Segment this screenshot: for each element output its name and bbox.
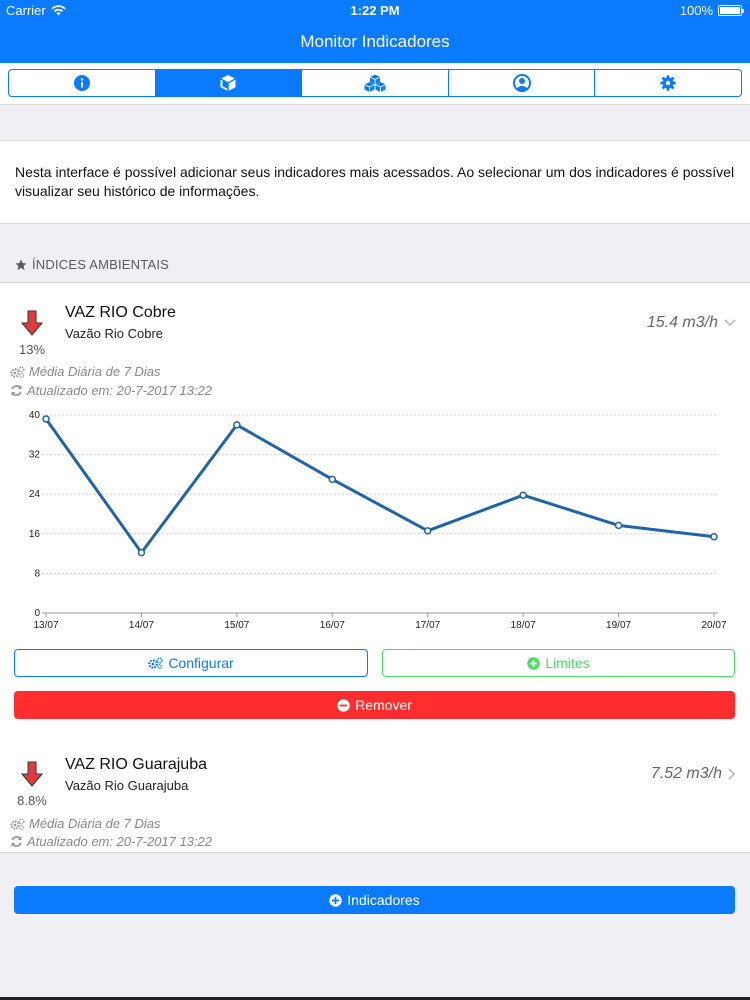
average-label: Média Diária de 7 Dias <box>29 364 161 379</box>
remove-label: Remover <box>355 697 412 713</box>
page-title: Monitor Indicadores <box>300 32 450 51</box>
chart-y-tick-label: 0 <box>34 608 40 619</box>
indicator-subtitle: Vazão Rio Cobre <box>65 326 164 341</box>
plus-circle-icon <box>329 893 342 907</box>
chart-x-tick-label: 14/07 <box>129 620 154 631</box>
battery-percent: 100% <box>679 3 713 18</box>
trend-percent: 13% <box>18 342 46 357</box>
plus-circle-icon <box>527 656 541 670</box>
indicator-value: 15.4 m3/h <box>647 314 736 332</box>
chart-data-point <box>233 421 241 429</box>
chart-x-tick-label: 16/07 <box>320 620 345 631</box>
trend-percent: 8.8% <box>17 793 47 808</box>
cubes-icon <box>364 74 386 92</box>
trend-indicator: 13% <box>14 310 50 357</box>
star-icon <box>15 258 27 270</box>
minus-circle-icon <box>337 698 350 712</box>
chart-x-tick-label: 20/07 <box>701 620 726 631</box>
section-header: ÍNDICES AMBIENTAIS <box>15 257 169 272</box>
configure-button[interactable]: Configurar <box>14 649 368 677</box>
tab-cubes[interactable] <box>302 70 449 96</box>
average-label: Média Diária de 7 Dias <box>29 816 161 831</box>
chart-y-tick-label: 40 <box>29 410 41 421</box>
chart-data-point <box>137 548 146 557</box>
segmented-control <box>8 69 742 97</box>
section-title: ÍNDICES AMBIENTAIS <box>32 257 169 272</box>
arrow-down-icon <box>20 310 44 336</box>
status-bar: Carrier 1:22 PM 100% <box>0 0 750 20</box>
chart-y-tick-label: 24 <box>29 489 41 500</box>
cogs-icon <box>10 365 25 378</box>
chart-series-line <box>44 418 715 555</box>
tab-bar <box>0 63 750 105</box>
limits-button[interactable]: Limites <box>382 649 735 677</box>
refresh-icon <box>11 385 22 396</box>
tab-user[interactable] <box>449 70 596 96</box>
nav-bar: Monitor Indicadores <box>0 20 750 63</box>
average-info: Média Diária de 7 Dias <box>10 364 161 379</box>
chart-y-tick-label: 16 <box>29 529 41 540</box>
chart-data-point <box>519 491 527 499</box>
gear-icon <box>660 75 676 91</box>
chart-y-tick-label: 8 <box>34 568 40 579</box>
refresh-icon <box>11 836 22 847</box>
cogs-icon <box>148 657 163 669</box>
chart-x-tick-label: 17/07 <box>415 620 440 631</box>
intro-panel: Nesta interface é possível adicionar seu… <box>0 140 750 224</box>
tab-cube[interactable] <box>155 70 303 96</box>
indicator-item-guarajuba[interactable]: 8.8% VAZ RIO Guarajuba Vazão Rio Guaraju… <box>0 735 750 853</box>
trend-indicator: 8.8% <box>14 761 50 808</box>
history-line-chart: 0 8 16 24 32 40 13/07 14/07 15/07 16/07 17/07 18/07… <box>29 410 727 631</box>
chart-data-point <box>710 533 718 541</box>
limits-label: Limites <box>545 655 590 671</box>
tab-settings[interactable] <box>595 70 741 96</box>
remove-button[interactable]: Remover <box>14 691 735 719</box>
battery-icon <box>718 5 744 16</box>
add-indicators-button[interactable]: Indicadores <box>14 886 735 914</box>
chart-x-tick-label: 15/07 <box>224 620 249 631</box>
indicator-value-text: 7.52 m3/h <box>650 765 722 782</box>
chart-data-point <box>42 415 50 423</box>
updated-info: Atualizado em: 20-7-2017 13:22 <box>10 383 212 398</box>
configure-label: Configurar <box>168 655 234 671</box>
arrow-down-icon <box>20 761 44 787</box>
info-icon <box>73 75 90 91</box>
indicator-title: VAZ RIO Cobre <box>65 304 176 321</box>
indicator-value: 7.52 m3/h <box>651 765 736 783</box>
chart-data-point <box>423 527 432 535</box>
average-info: Média Diária de 7 Dias <box>10 816 161 831</box>
indicator-subtitle: Vazão Rio Guarajuba <box>65 778 189 793</box>
cube-icon <box>220 75 237 91</box>
chart-data-point <box>328 475 337 484</box>
updated-label: Atualizado em: 20-7-2017 13:22 <box>27 383 213 398</box>
cogs-icon <box>10 817 25 830</box>
chevron-down-icon[interactable] <box>724 319 736 327</box>
chart-x-tick-label: 19/07 <box>606 620 631 631</box>
battery-info: 100% <box>679 3 744 18</box>
indicator-value-text: 15.4 m3/h <box>646 314 718 331</box>
chart-data-point <box>614 521 623 530</box>
chart-x-tick-label: 18/07 <box>511 620 536 631</box>
updated-info: Atualizado em: 20-7-2017 13:22 <box>10 834 212 849</box>
updated-label: Atualizado em: 20-7-2017 13:22 <box>27 834 213 849</box>
status-time: 1:22 PM <box>350 3 400 18</box>
indicator-title: VAZ RIO Guarajuba <box>65 756 207 773</box>
chart-y-tick-label: 32 <box>29 450 41 461</box>
user-icon <box>512 74 531 92</box>
tab-info[interactable] <box>9 70 156 96</box>
intro-text: Nesta interface é possível adicionar seu… <box>15 164 735 199</box>
add-indicators-label: Indicadores <box>347 892 420 908</box>
chart-x-tick-label: 13/07 <box>33 620 58 631</box>
chevron-right-icon[interactable] <box>728 768 736 780</box>
